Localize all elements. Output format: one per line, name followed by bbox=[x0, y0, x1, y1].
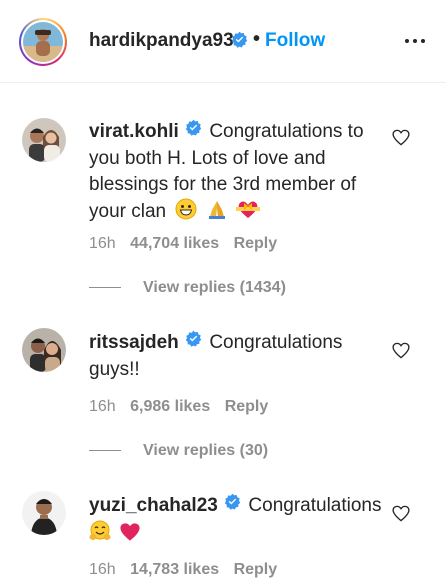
owner-avatar-ring[interactable] bbox=[19, 18, 67, 66]
folded-hands-icon bbox=[206, 198, 228, 228]
verified-badge-icon bbox=[231, 31, 248, 53]
comment-time: 16h bbox=[89, 398, 116, 415]
view-replies-button[interactable]: View replies (1434) bbox=[89, 279, 286, 297]
comment-time: 16h bbox=[89, 561, 116, 578]
heart-with-ribbon-icon bbox=[235, 198, 260, 228]
owner-username[interactable]: hardikpandya93 bbox=[89, 30, 234, 52]
separator-dot: • bbox=[253, 28, 261, 50]
comment-likes[interactable]: 14,783 likes bbox=[130, 561, 219, 578]
comment-meta: 16h 14,783 likes Reply bbox=[89, 561, 277, 579]
commenter-username[interactable]: ritssajdeh bbox=[89, 332, 179, 353]
comment-likes[interactable]: 6,986 likes bbox=[130, 398, 210, 415]
comment-body: ritssajdeh Congratulations guys!! bbox=[89, 329, 384, 383]
view-replies-button[interactable]: View replies (30) bbox=[89, 442, 268, 460]
verified-badge-icon bbox=[224, 492, 241, 518]
post-header: hardikpandya93 • Follow bbox=[0, 0, 446, 83]
verified-badge-icon bbox=[185, 329, 202, 355]
commenter-avatar[interactable] bbox=[22, 491, 66, 535]
more-options-icon[interactable] bbox=[405, 39, 425, 43]
grinning-face-icon bbox=[175, 198, 197, 228]
comment-body: yuzi_chahal23 Congratulations bbox=[89, 492, 384, 550]
comment-text: Congratulations bbox=[248, 495, 382, 517]
hugging-face-icon bbox=[89, 520, 111, 550]
view-replies-label[interactable]: View replies (30) bbox=[143, 442, 268, 459]
view-replies-label[interactable]: View replies (1434) bbox=[143, 279, 286, 296]
divider-line bbox=[89, 450, 121, 452]
comment-meta: 16h 6,986 likes Reply bbox=[89, 398, 268, 416]
comment-likes[interactable]: 44,704 likes bbox=[130, 235, 219, 252]
commenter-username[interactable]: yuzi_chahal23 bbox=[89, 495, 218, 516]
divider-line bbox=[89, 287, 121, 289]
verified-badge-icon bbox=[185, 118, 202, 144]
comment-time: 16h bbox=[89, 235, 116, 252]
reply-button[interactable]: Reply bbox=[234, 561, 278, 578]
comment-body: virat.kohli Congratulations to you both … bbox=[89, 118, 384, 228]
red-heart-icon bbox=[119, 522, 141, 550]
like-heart-icon[interactable] bbox=[392, 505, 410, 527]
reply-button[interactable]: Reply bbox=[234, 235, 278, 252]
like-heart-icon[interactable] bbox=[392, 342, 410, 364]
owner-avatar[interactable] bbox=[23, 22, 63, 62]
commenter-username[interactable]: virat.kohli bbox=[89, 121, 179, 142]
follow-button[interactable]: Follow bbox=[265, 30, 325, 52]
like-heart-icon[interactable] bbox=[392, 129, 410, 151]
comment-meta: 16h 44,704 likes Reply bbox=[89, 235, 277, 253]
commenter-avatar[interactable] bbox=[22, 328, 66, 372]
commenter-avatar[interactable] bbox=[22, 118, 66, 162]
reply-button[interactable]: Reply bbox=[225, 398, 269, 415]
